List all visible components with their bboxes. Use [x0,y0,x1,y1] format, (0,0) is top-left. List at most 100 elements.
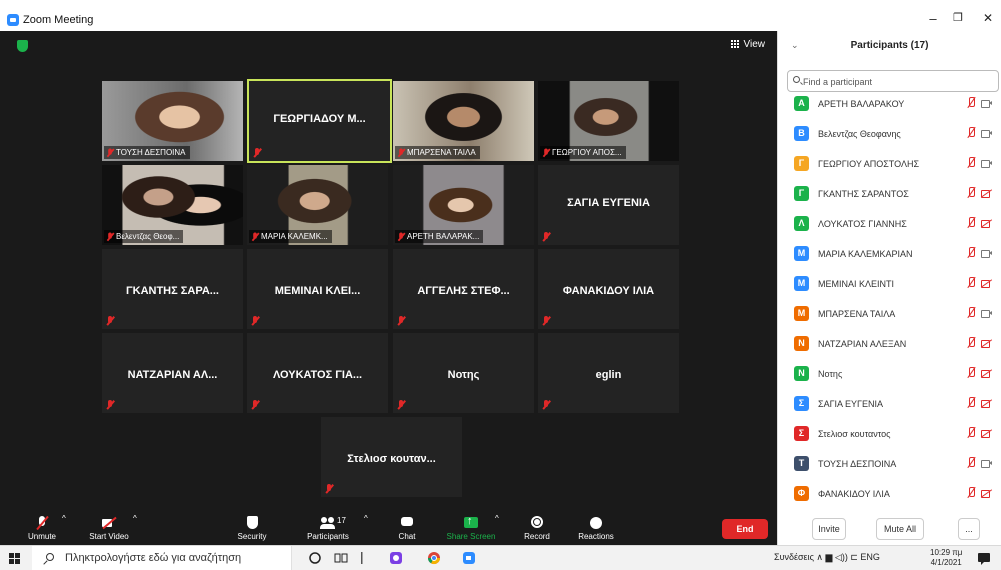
record-button[interactable]: Record [520,514,554,545]
muted-mic-icon[interactable] [966,277,976,289]
video-off-icon[interactable] [981,489,992,498]
muted-mic-icon [397,316,405,325]
muted-mic-icon[interactable] [966,157,976,169]
muted-mic-icon[interactable] [966,457,976,469]
app-purple-icon[interactable] [389,551,403,565]
video-tile[interactable]: ΓΚΑΝΤΗΣ ΣΑΡΑ... [102,249,243,329]
chat-button[interactable]: Chat [392,514,422,545]
participant-row[interactable]: M ΜΠΑΡΣΕΝΑ ΤΑΙΛΑ [778,301,1001,331]
video-tile[interactable]: ΤΟΥΣΗ ΔΕΣΠΟΙΝΑ [102,81,243,161]
video-off-icon[interactable] [981,189,992,198]
muted-mic-icon[interactable] [966,487,976,499]
video-tile[interactable]: eglin [538,333,679,413]
video-camera-icon[interactable] [981,309,992,318]
video-tile[interactable]: ΜΕΜΙΝΑΙ ΚΛΕΙ... [247,249,388,329]
muted-mic-icon[interactable] [966,367,976,379]
video-tile-active-speaker[interactable]: ΓΕΩΡΓΙΑΔΟΥ Μ... [247,79,392,163]
video-camera-icon[interactable] [981,159,992,168]
tile-name-label: Βελεντζας Θεοφ... [104,230,184,243]
muted-mic-icon[interactable] [966,187,976,199]
more-options-button[interactable]: ... [958,518,980,540]
end-meeting-button[interactable]: End [722,519,768,539]
reactions-button[interactable]: Reactions [574,514,618,545]
participant-row[interactable]: Φ ΦΑΝΑΚΙΔΟΥ ΙΛΙΑ [778,481,1001,511]
participant-search[interactable] [787,70,999,92]
muted-mic-icon[interactable] [966,127,976,139]
participants-button[interactable]: 17 Participants [300,514,356,545]
muted-mic-icon[interactable] [966,97,976,109]
participant-row[interactable]: Λ ΛΟΥΚΑΤΟΣ ΓΙΑΝΝΗΣ [778,211,1001,241]
video-camera-icon[interactable] [981,249,992,258]
video-options-caret[interactable]: ^ [133,514,137,545]
taskbar-clock[interactable]: 10:29 πμ 4/1/2021 [930,548,962,568]
video-off-icon[interactable] [981,399,992,408]
muted-mic-icon[interactable] [966,427,976,439]
participant-avatar: Σ [794,426,809,441]
notifications-icon[interactable] [977,551,991,565]
task-view-icon[interactable] [334,551,348,565]
video-tile[interactable]: ΜΑΡΙΑ ΚΑΛΕΜΚ... [247,165,388,245]
minimize-button[interactable]: – [921,11,945,26]
muted-mic-icon[interactable] [966,337,976,349]
taskbar-search[interactable]: Πληκτρολογήστε εδώ για αναζήτηση [32,546,292,570]
video-off-icon[interactable] [981,279,992,288]
muted-mic-icon[interactable] [966,307,976,319]
video-tile[interactable]: ΛΟΥΚΑΤΟΣ ΓΙΑ... [247,333,388,413]
participant-search-input[interactable] [803,74,993,89]
security-button[interactable]: Security [232,514,272,545]
participants-options-caret[interactable]: ^ [364,514,368,545]
video-camera-icon[interactable] [981,129,992,138]
muted-mic-icon[interactable] [966,247,976,259]
video-tile[interactable]: ΣΑΓΙΑ ΕΥΓΕΝΙΑ [538,165,679,245]
zoom-taskbar-icon[interactable] [462,551,476,565]
participant-row[interactable]: A ΑΡΕΤΗ ΒΑΛΑΡΑΚΟΥ [778,91,1001,121]
participant-row[interactable]: M ΜΕΜΙΝΑΙ ΚΛΕΙΝΤΙ [778,271,1001,301]
mute-all-button[interactable]: Mute All [876,518,924,540]
video-off-icon[interactable] [981,339,992,348]
view-button[interactable]: View [730,39,765,50]
video-tile[interactable]: ΑΡΕΤΗ ΒΑΛΑΡΑΚ... [393,165,534,245]
muted-mic-icon [397,400,405,409]
restore-button[interactable]: ❐ [946,11,970,24]
share-screen-button[interactable]: Share Screen [443,514,499,545]
invite-button[interactable]: Invite [812,518,846,540]
participant-row[interactable]: Γ ΓΕΩΡΓΙΟΥ ΑΠΟΣΤΟΛΗΣ [778,151,1001,181]
participant-row[interactable]: Γ ΓΚΑΝΤΗΣ ΣΑΡΑΝΤΟΣ [778,181,1001,211]
video-tile[interactable]: ΜΠΑΡΣΕΝΑ ΤΑΙΛΑ [393,81,534,161]
unmute-button[interactable]: Unmute [22,514,62,545]
video-off-icon[interactable] [981,369,992,378]
participant-row[interactable]: M ΜΑΡΙΑ ΚΑΛΕΜΚΑΡΙΑΝ [778,241,1001,271]
system-tray[interactable]: Συνδέσεις ∧ ▆ ◁)) ⊏ ENG [774,552,880,563]
video-tile[interactable]: ΑΓΓΕΛΗΣ ΣΤΕΦ... [393,249,534,329]
video-tile[interactable]: ΦΑΝΑΚΙΔΟΥ ΙΛΙΑ [538,249,679,329]
participant-name: ΛΟΥΚΑΤΟΣ ΓΙΑΝΝΗΣ [818,219,907,229]
video-camera-icon[interactable] [981,99,992,108]
participant-row[interactable]: N ΝΑΤΖΑΡΙΑΝ ΑΛΕΞΑΝ [778,331,1001,361]
cortana-icon[interactable] [308,551,322,565]
participant-row[interactable]: N Νοτης [778,361,1001,391]
share-options-caret[interactable]: ^ [495,514,499,545]
video-tile[interactable]: ΝΑΤΖΑΡΙΑΝ ΑΛ... [102,333,243,413]
audio-options-caret[interactable]: ^ [62,514,66,545]
reactions-icon [588,516,604,530]
meeting-toolbar: Unmute ^ Start Video ^ Security 17 Parti… [0,514,777,545]
video-off-icon[interactable] [981,429,992,438]
start-video-button[interactable]: Start Video [84,514,134,545]
tile-name: eglin [595,369,622,381]
video-camera-icon[interactable] [981,459,992,468]
video-tile[interactable]: Βελεντζας Θεοφ... [102,165,243,245]
close-button[interactable]: ✕ [976,11,1000,25]
participant-row[interactable]: T ΤΟΥΣΗ ΔΕΣΠΟΙΝΑ [778,451,1001,481]
windows-start-icon[interactable] [9,553,20,564]
muted-mic-icon[interactable] [966,217,976,229]
video-tile[interactable]: Στελιοσ κουταν... [321,417,462,497]
video-off-icon[interactable] [981,219,992,228]
chrome-icon[interactable] [427,551,441,565]
video-tile[interactable]: ΓΕΩΡΓΙΟΥ ΑΠΟΣ... [538,81,679,161]
participant-row[interactable]: B Βελεντζας Θεοφανης [778,121,1001,151]
video-tile[interactable]: Νοτης [393,333,534,413]
muted-mic-icon[interactable] [966,397,976,409]
participant-row[interactable]: Σ ΣΑΓΙΑ ΕΥΓΕΝΙΑ [778,391,1001,421]
encryption-shield-icon[interactable] [17,40,28,52]
participant-row[interactable]: Σ Στελιοσ κουταντος [778,421,1001,451]
